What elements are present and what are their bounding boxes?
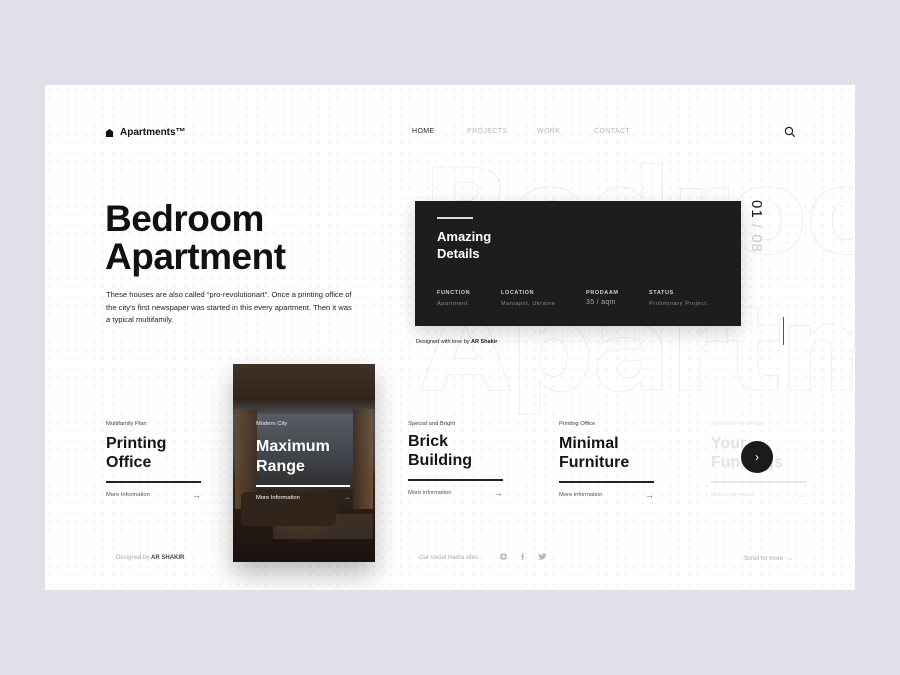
divider bbox=[256, 485, 350, 487]
more-info-link[interactable]: More information → bbox=[559, 489, 654, 500]
project-subtitle: Modern City bbox=[256, 421, 288, 427]
card-accent-line bbox=[437, 217, 473, 219]
brand-logo[interactable]: Apartments™ bbox=[105, 127, 186, 138]
nav-home[interactable]: HOME bbox=[412, 128, 467, 135]
project-title: Brick Building bbox=[408, 433, 472, 469]
chevron-down-icon: ⌄ bbox=[787, 556, 793, 562]
scroll-label: Scroll for more bbox=[744, 556, 784, 562]
house-icon bbox=[105, 128, 114, 137]
arrow-right-icon: → bbox=[344, 495, 350, 501]
nav-projects[interactable]: PROJECTS bbox=[467, 128, 537, 135]
counter-current: 01 bbox=[748, 200, 765, 219]
project-card-printing-office: Multifamily Plan Printing Office More Inf… bbox=[106, 421, 201, 500]
card-title-line2: Details bbox=[437, 246, 480, 261]
meta-label-prodaam: PRODAAM bbox=[586, 290, 619, 296]
meta-label-function: FUNCTION bbox=[437, 290, 471, 296]
more-info-link[interactable]: More Information → bbox=[106, 489, 201, 500]
design-credit: Designed with love by AR Shakir bbox=[416, 339, 497, 345]
credit-prefix: Designed with love by bbox=[416, 339, 470, 345]
more-info-link[interactable]: More Information → bbox=[256, 495, 350, 501]
project-title: Maximum Range bbox=[256, 438, 330, 475]
card-title: Amazing Details bbox=[437, 228, 491, 262]
divider bbox=[408, 479, 503, 481]
card-title-line1: Amazing bbox=[437, 229, 492, 244]
footer-credit: Designed by AR SHAKIR bbox=[116, 555, 184, 561]
arrow-right-icon: → bbox=[797, 489, 806, 500]
chevron-right-icon: › bbox=[755, 450, 759, 464]
divider bbox=[559, 481, 654, 483]
meta-label-status: STATUS bbox=[649, 290, 674, 296]
counter-separator: / bbox=[748, 218, 765, 235]
progress-indicator bbox=[783, 317, 784, 345]
social-links bbox=[500, 553, 547, 560]
social-label: Our social media sites bbox=[419, 555, 479, 561]
scroll-for-more[interactable]: Scroll for more ⌄ bbox=[744, 555, 793, 562]
meta-label-location: LOCATION bbox=[501, 290, 535, 296]
details-card: Amazing Details FUNCTION Apartment LOCAT… bbox=[415, 201, 741, 326]
project-subtitle: Printing Office bbox=[559, 421, 596, 427]
main-nav: HOME PROJECTS WORK CONTACT bbox=[412, 128, 630, 135]
divider bbox=[711, 481, 806, 483]
hero-title-line2: Apartment bbox=[105, 236, 286, 277]
project-title: Printing Office bbox=[106, 435, 167, 471]
meta-value-function: Apartment bbox=[437, 301, 468, 307]
arrow-right-icon: → bbox=[494, 487, 503, 498]
project-subtitle: Multifamily Plan bbox=[106, 421, 147, 427]
search-icon[interactable] bbox=[784, 126, 796, 138]
nav-contact[interactable]: CONTACT bbox=[594, 128, 630, 135]
meta-value-location: Maniapol, Ukraine bbox=[501, 301, 556, 307]
page-frame: Bedroom Apartment Apartments™ HOME PROJE… bbox=[45, 85, 855, 590]
featured-project-card[interactable]: Modern City Maximum Range More Informatio… bbox=[233, 364, 375, 562]
brand-name: Apartments™ bbox=[120, 127, 186, 138]
counter-total: 08 bbox=[748, 234, 765, 253]
facebook-icon[interactable] bbox=[519, 553, 526, 560]
project-card-brick-building: Special and Bright Brick Building More in… bbox=[408, 421, 503, 498]
meta-value-status: Proliminary Project bbox=[649, 301, 707, 307]
project-subtitle: Specialist for Design bbox=[711, 421, 764, 427]
arrow-right-icon: → bbox=[645, 489, 654, 500]
footer-credit-prefix: Designed by bbox=[116, 555, 150, 561]
more-info-link[interactable]: More information → bbox=[711, 489, 806, 500]
slide-counter: 01 / 08 bbox=[748, 200, 765, 253]
project-title: Minimal Furniture bbox=[559, 435, 630, 471]
hero-title: Bedroom Apartment bbox=[105, 200, 286, 276]
instagram-icon[interactable] bbox=[500, 553, 507, 560]
divider bbox=[106, 481, 201, 483]
footer-credit-author: AR SHAKIR bbox=[151, 555, 185, 561]
hero-description: These houses are also called “pro-revolu… bbox=[106, 290, 352, 324]
meta-value-prodaam: 35 / aqm bbox=[586, 299, 616, 306]
credit-author: AR Shakir bbox=[471, 339, 498, 345]
more-info-link[interactable]: More information → bbox=[408, 487, 503, 498]
hero-title-line1: Bedroom bbox=[105, 198, 264, 239]
project-subtitle: Special and Bright bbox=[408, 421, 456, 427]
project-card-minimal-furniture: Printing Office Minimal Furniture More in… bbox=[559, 421, 654, 500]
twitter-icon[interactable] bbox=[538, 553, 547, 560]
arrow-right-icon: → bbox=[192, 489, 201, 500]
next-slide-button[interactable]: › bbox=[741, 441, 773, 473]
nav-work[interactable]: WORK bbox=[537, 128, 594, 135]
